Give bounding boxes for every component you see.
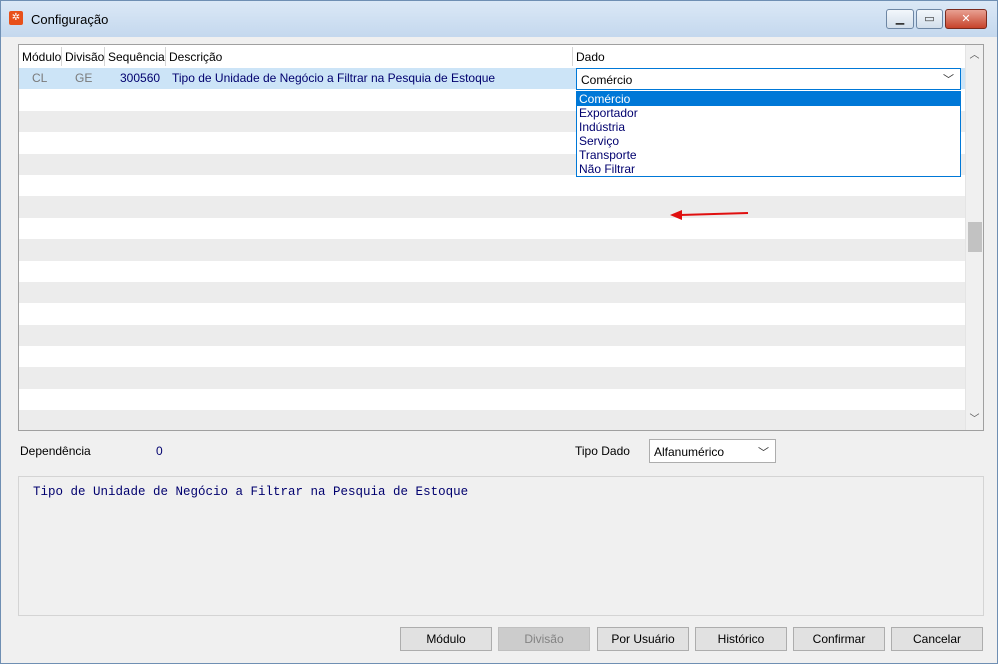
- modulo-button[interactable]: Módulo: [400, 627, 492, 651]
- tipo-dado-label: Tipo Dado: [575, 444, 630, 458]
- dependencia-value: 0: [156, 444, 163, 458]
- confirmar-button[interactable]: Confirmar: [793, 627, 885, 651]
- historico-button[interactable]: Histórico: [695, 627, 787, 651]
- table-row-empty[interactable]: [19, 389, 965, 410]
- cell-divisao: GE: [75, 71, 93, 85]
- dado-combobox[interactable]: Comércio ﹀: [576, 68, 961, 90]
- configuracao-window: ✲ Configuração ▁ ▭ ✕ Módulo Divisão Sequ…: [0, 0, 998, 664]
- tipo-dado-value: Alfanumérico: [654, 445, 725, 459]
- close-button[interactable]: ✕: [945, 9, 987, 29]
- column-divider[interactable]: [61, 47, 62, 66]
- table-row-empty[interactable]: [19, 239, 965, 261]
- table-row-empty[interactable]: [19, 261, 965, 282]
- dropdown-option-transporte[interactable]: Transporte: [577, 148, 960, 162]
- scroll-thumb[interactable]: [968, 222, 982, 252]
- chevron-down-icon[interactable]: ﹀: [758, 444, 769, 460]
- config-grid: Módulo Divisão Sequência Descrição Dado …: [18, 44, 984, 431]
- grid-header: Módulo Divisão Sequência Descrição Dado: [19, 45, 965, 68]
- dependencia-label: Dependência: [20, 444, 91, 458]
- table-row-empty[interactable]: [19, 281, 965, 304]
- cell-modulo: CL: [32, 71, 48, 85]
- dropdown-option-servico[interactable]: Serviço: [577, 134, 960, 148]
- column-header-dado[interactable]: Dado: [576, 50, 605, 64]
- dropdown-option-exportador[interactable]: Exportador: [577, 106, 960, 120]
- column-header-descricao[interactable]: Descrição: [169, 50, 222, 64]
- memo-text: Tipo de Unidade de Negócio a Filtrar na …: [33, 485, 469, 499]
- chevron-down-icon[interactable]: ﹀: [943, 71, 954, 87]
- divisao-button[interactable]: Divisão: [498, 627, 590, 651]
- scroll-up-icon[interactable]: ︿: [966, 47, 983, 64]
- dropdown-option-nao-filtrar[interactable]: Não Filtrar: [577, 162, 960, 176]
- dado-dropdown-list: Comércio Exportador Indústria Serviço Tr…: [576, 91, 961, 177]
- cell-descricao: Tipo de Unidade de Negócio a Filtrar na …: [172, 71, 496, 85]
- table-row-empty[interactable]: [19, 196, 965, 218]
- cell-sequencia: 300560: [120, 71, 161, 85]
- column-divider[interactable]: [104, 47, 105, 66]
- table-row-empty[interactable]: [19, 346, 965, 367]
- app-icon: ✲: [9, 11, 23, 25]
- window-title: Configuração: [31, 12, 109, 27]
- column-header-sequencia[interactable]: Sequência: [108, 50, 165, 64]
- column-divider[interactable]: [572, 47, 573, 66]
- table-row-empty[interactable]: [19, 303, 965, 324]
- grid-vertical-scrollbar[interactable]: ︿ ﹀: [965, 45, 983, 430]
- table-row-empty[interactable]: [19, 175, 965, 196]
- dropdown-option-industria[interactable]: Indústria: [577, 120, 960, 134]
- title-bar[interactable]: ✲ Configuração ▁ ▭ ✕: [1, 1, 997, 37]
- cancelar-button[interactable]: Cancelar: [891, 627, 983, 651]
- dado-combobox-value: Comércio: [581, 73, 633, 87]
- description-memo[interactable]: Tipo de Unidade de Negócio a Filtrar na …: [18, 476, 984, 616]
- table-row-empty[interactable]: [19, 410, 965, 430]
- column-header-divisao[interactable]: Divisão: [65, 50, 104, 64]
- table-row-empty[interactable]: [19, 218, 965, 239]
- scroll-down-icon[interactable]: ﹀: [966, 411, 983, 428]
- tipo-dado-select[interactable]: Alfanumérico ﹀: [649, 439, 776, 463]
- column-divider[interactable]: [165, 47, 166, 66]
- column-header-modulo[interactable]: Módulo: [22, 50, 61, 64]
- table-row-empty[interactable]: [19, 324, 965, 347]
- minimize-button[interactable]: ▁: [886, 9, 914, 29]
- dropdown-option-comercio[interactable]: Comércio: [577, 92, 960, 106]
- por-usuario-button[interactable]: Por Usuário: [597, 627, 689, 651]
- red-arrow-annotation-icon: [670, 210, 749, 220]
- maximize-button[interactable]: ▭: [916, 9, 943, 29]
- table-row-empty[interactable]: [19, 367, 965, 389]
